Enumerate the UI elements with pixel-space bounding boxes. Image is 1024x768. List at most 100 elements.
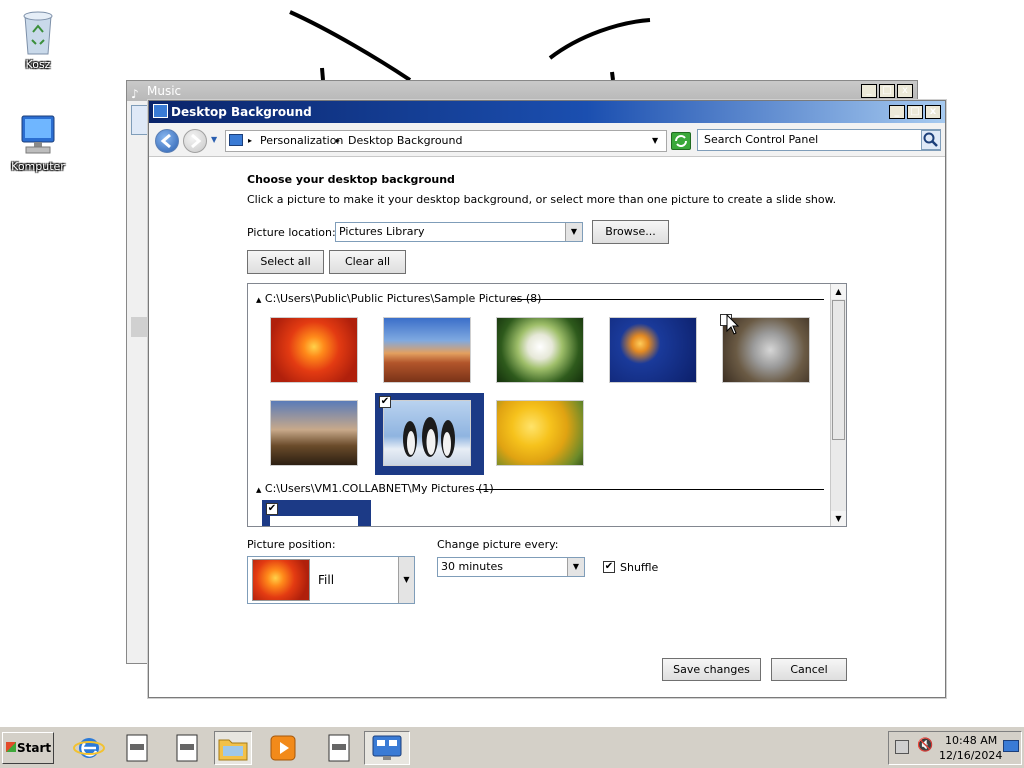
shuffle-label[interactable]: Shuffle bbox=[620, 561, 658, 574]
thumbnail-chrysanthemum[interactable] bbox=[270, 317, 358, 383]
position-preview-image bbox=[252, 559, 310, 601]
music-scroll-thumb[interactable] bbox=[131, 317, 147, 337]
picture-location-value: Pictures Library bbox=[339, 225, 425, 238]
page-title: Choose your desktop background bbox=[247, 173, 455, 186]
window-titlebar[interactable]: Desktop Background _ □ x bbox=[149, 101, 945, 123]
collapse-icon[interactable]: ▲ bbox=[256, 296, 261, 304]
minimize-button[interactable]: _ bbox=[861, 84, 877, 98]
media-player-icon bbox=[270, 735, 296, 761]
breadcrumb-item-desktop-background[interactable]: Desktop Background bbox=[348, 131, 463, 151]
scroll-thumb[interactable] bbox=[832, 300, 845, 440]
dropdown-arrow-icon[interactable]: ▼ bbox=[398, 557, 414, 603]
thumbnail-desert[interactable] bbox=[383, 317, 471, 383]
breadcrumb-separator-icon: ▸ bbox=[336, 136, 341, 145]
clock-date[interactable]: 12/16/2024 bbox=[939, 749, 1002, 762]
recent-pages-chevron-icon[interactable]: ▼ bbox=[211, 135, 217, 144]
taskbar: Start 🔇 10:48 AM 12/16/2024 bbox=[0, 726, 1024, 768]
network-icon[interactable] bbox=[895, 740, 909, 754]
thumbnail-penguins[interactable] bbox=[383, 400, 471, 466]
desktop-icon-computer[interactable]: Komputer bbox=[6, 114, 70, 173]
breadcrumb-separator-icon: ▸ bbox=[248, 136, 253, 145]
picture-location-select[interactable]: Pictures Library ▼ bbox=[335, 222, 583, 242]
control-panel-icon bbox=[229, 134, 243, 146]
taskbar-control-panel[interactable] bbox=[364, 731, 410, 765]
content-area: Choose your desktop background Click a p… bbox=[149, 158, 945, 697]
music-window-titlebar: ♪ Music _ □ x bbox=[127, 81, 917, 101]
cancel-button[interactable]: Cancel bbox=[771, 658, 847, 681]
maximize-button[interactable]: □ bbox=[879, 84, 895, 98]
system-tray: 🔇 10:48 AM 12/16/2024 bbox=[888, 731, 1022, 765]
music-back-button[interactable] bbox=[131, 105, 149, 135]
select-all-button[interactable]: Select all bbox=[247, 250, 324, 274]
mouse-cursor-icon bbox=[726, 314, 740, 335]
change-picture-label: Change picture every: bbox=[437, 538, 559, 551]
picture-position-select[interactable]: Fill ▼ bbox=[247, 556, 415, 604]
thumbnail-jellyfish[interactable] bbox=[609, 317, 697, 383]
start-label: Start bbox=[17, 741, 52, 755]
thumbnail-my-picture[interactable] bbox=[270, 516, 358, 526]
show-desktop-icon[interactable] bbox=[1003, 740, 1019, 752]
control-panel-icon bbox=[153, 104, 168, 118]
browse-button[interactable]: Browse... bbox=[592, 220, 669, 244]
taskbar-media-player[interactable] bbox=[264, 731, 302, 765]
window-title: Desktop Background bbox=[171, 105, 312, 119]
back-button[interactable] bbox=[155, 129, 179, 153]
taskbar-document-3[interactable] bbox=[320, 731, 358, 765]
group-header-my-pictures[interactable]: ▲ C:\Users\VM1.COLLABNET\My Pictures (1) bbox=[256, 482, 494, 495]
start-button[interactable]: Start bbox=[2, 732, 54, 764]
clock-time[interactable]: 10:48 AM bbox=[945, 734, 997, 747]
save-changes-button[interactable]: Save changes bbox=[662, 658, 761, 681]
breadcrumb-item-personalization[interactable]: Personalization bbox=[260, 131, 343, 151]
maximize-button[interactable]: □ bbox=[907, 105, 923, 119]
document-icon bbox=[328, 734, 350, 762]
collapse-icon[interactable]: ▲ bbox=[256, 486, 261, 494]
picture-position-label: Picture position: bbox=[247, 538, 336, 551]
folder-icon bbox=[218, 739, 248, 761]
close-button[interactable]: x bbox=[897, 84, 913, 98]
windows-logo-icon bbox=[6, 742, 16, 752]
taskbar-document-2[interactable] bbox=[168, 731, 206, 765]
page-description: Click a picture to make it your desktop … bbox=[247, 193, 837, 206]
thumbnail-checkbox-checked[interactable]: ✔ bbox=[379, 396, 391, 408]
group-divider bbox=[476, 489, 824, 490]
shuffle-checkbox[interactable]: ✔ bbox=[603, 561, 615, 573]
clear-all-button[interactable]: Clear all bbox=[329, 250, 406, 274]
address-dropdown-icon[interactable]: ▼ bbox=[652, 131, 658, 151]
desktop-icon-label: Kosz bbox=[25, 58, 51, 71]
back-arrow-icon bbox=[160, 133, 171, 149]
thumbnail-tulips[interactable] bbox=[496, 400, 584, 466]
group-header-sample-pictures[interactable]: ▲ C:\Users\Public\Public Pictures\Sample… bbox=[256, 292, 541, 305]
forward-arrow-icon bbox=[191, 133, 202, 149]
change-picture-interval-select[interactable]: 30 minutes ▼ bbox=[437, 557, 585, 577]
forward-button[interactable] bbox=[183, 129, 207, 153]
minimize-button[interactable]: _ bbox=[889, 105, 905, 119]
breadcrumb[interactable]: ▸ Personalization ▸ Desktop Background ▼ bbox=[225, 130, 667, 152]
dropdown-arrow-icon[interactable]: ▼ bbox=[565, 223, 582, 241]
scroll-up-arrow-icon[interactable]: ▲ bbox=[831, 284, 846, 299]
thumbnail-hydrangeas[interactable] bbox=[496, 317, 584, 383]
taskbar-document-1[interactable] bbox=[118, 731, 156, 765]
control-panel-icon bbox=[372, 735, 402, 760]
thumbnail-checkbox-checked[interactable]: ✔ bbox=[266, 503, 278, 515]
picture-gallery[interactable]: ▲ C:\Users\Public\Public Pictures\Sample… bbox=[247, 283, 847, 527]
refresh-button[interactable] bbox=[671, 132, 691, 150]
dropdown-arrow-icon[interactable]: ▼ bbox=[567, 558, 584, 576]
scroll-down-arrow-icon[interactable]: ▼ bbox=[831, 511, 846, 526]
document-icon bbox=[126, 734, 148, 762]
search-button[interactable] bbox=[921, 130, 941, 150]
volume-muted-icon[interactable]: 🔇 bbox=[917, 738, 933, 753]
search-icon bbox=[923, 132, 938, 147]
search-input[interactable]: Search Control Panel bbox=[697, 129, 941, 151]
gallery-scrollbar[interactable]: ▲ ▼ bbox=[830, 284, 846, 526]
thumbnail-lighthouse[interactable] bbox=[270, 400, 358, 466]
music-note-icon: ♪ bbox=[131, 87, 139, 101]
taskbar-internet-explorer[interactable] bbox=[70, 731, 108, 765]
change-picture-interval-value: 30 minutes bbox=[441, 560, 504, 573]
picture-location-label: Picture location: bbox=[247, 226, 336, 239]
group-label: C:\Users\VM1.COLLABNET\My Pictures (1) bbox=[264, 482, 494, 495]
desktop-icon-recycle-bin[interactable]: Kosz bbox=[6, 8, 70, 71]
close-button[interactable]: x bbox=[925, 105, 941, 119]
group-label: C:\Users\Public\Public Pictures\Sample P… bbox=[264, 292, 542, 305]
taskbar-folder[interactable] bbox=[214, 731, 252, 765]
desktop-icon-label: Komputer bbox=[11, 160, 65, 173]
